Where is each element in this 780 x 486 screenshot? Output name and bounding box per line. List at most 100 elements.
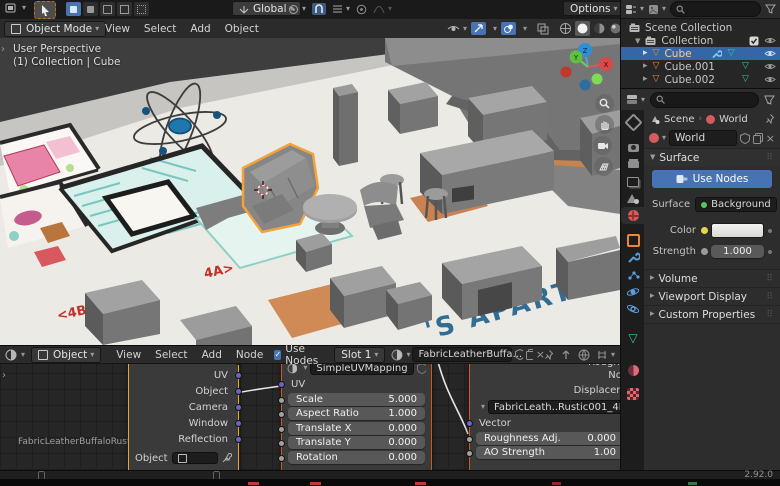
pivot-point-dropdown[interactable]: ▾ xyxy=(288,4,306,15)
outliner-row-collection[interactable]: ▼ Collection xyxy=(621,34,780,47)
unlink-icon[interactable]: × xyxy=(536,349,545,360)
material-name-field[interactable]: FabricLeatherBuffa... xyxy=(412,347,512,362)
active-tool-select-button[interactable] xyxy=(34,1,56,19)
panel-drag-grip[interactable]: ⠿ xyxy=(766,310,774,320)
shader-editor-type-dropdown[interactable]: ▾ xyxy=(5,349,25,361)
socket-uv-input[interactable] xyxy=(278,381,285,388)
select-invert-button[interactable] xyxy=(117,2,132,16)
chevron-down-icon[interactable]: ▾ xyxy=(523,25,527,33)
socket-rotation[interactable] xyxy=(278,455,285,462)
panel-drag-grip[interactable]: ⠿ xyxy=(766,274,774,284)
panel-drag-grip[interactable]: ⠿ xyxy=(766,153,774,163)
tab-texture[interactable] xyxy=(621,385,645,402)
snap-toggle[interactable] xyxy=(312,3,326,15)
xray-toggle[interactable] xyxy=(537,23,549,35)
panel-viewport-display-header[interactable]: ▸ Viewport Display ⠿ xyxy=(644,287,780,305)
roughness-adj-slider[interactable]: Roughness Adj.0.000 xyxy=(476,432,620,445)
translate-x-slider[interactable]: Translate X0.000 xyxy=(288,422,425,435)
pin-icon[interactable] xyxy=(545,350,554,360)
menu-object[interactable]: Object xyxy=(218,23,266,35)
disclosure-closed-icon[interactable]: ▸ xyxy=(643,75,648,84)
unlink-icon[interactable]: × xyxy=(766,133,775,144)
socket-reflection[interactable] xyxy=(235,436,242,443)
strength-slider[interactable]: 1.000 xyxy=(711,245,764,258)
funnel-filter-icon[interactable] xyxy=(765,4,776,14)
menu-add[interactable]: Add xyxy=(183,23,217,35)
socket-translate-y[interactable] xyxy=(278,440,285,447)
tab-material[interactable] xyxy=(621,362,645,379)
disclosure-closed-icon[interactable]: ▸ xyxy=(643,49,648,58)
object-picker-field[interactable] xyxy=(172,452,218,464)
world-sphere-icon[interactable] xyxy=(578,349,590,361)
ao-strength-slider[interactable]: AO Strength1.00 xyxy=(476,446,620,459)
pan-button[interactable] xyxy=(595,115,614,134)
editor-type-viewport[interactable]: ▾ xyxy=(5,2,26,14)
menu-select[interactable]: Select xyxy=(137,23,183,35)
rotation-slider[interactable]: Rotation0.000 xyxy=(288,451,425,464)
group-name-field[interactable]: SimpleUVMapping xyxy=(310,364,413,375)
funnel-filter-icon[interactable] xyxy=(764,95,775,105)
color-swatch[interactable] xyxy=(711,223,764,238)
socket-window[interactable] xyxy=(235,420,242,427)
shader-node-canvas[interactable]: › FabricLeatherBuffaloRustic001_4K Norma… xyxy=(0,364,620,470)
menu-view[interactable]: View xyxy=(98,23,137,35)
socket-translate-x[interactable] xyxy=(278,426,285,433)
select-intersect-button[interactable] xyxy=(134,2,149,16)
material-browse-dropdown[interactable]: ▾ xyxy=(391,349,410,361)
keyframe-decorator-icon[interactable] xyxy=(701,248,708,255)
node-fabric-leather[interactable]: Roughn Nor Displacem ▾ FabricLeath..Rust… xyxy=(469,364,620,470)
tab-view-layer[interactable] xyxy=(621,173,645,190)
socket-camera[interactable] xyxy=(235,404,242,411)
fake-user-shield-icon[interactable] xyxy=(417,364,426,374)
tab-object[interactable] xyxy=(621,232,645,249)
tab-scene[interactable] xyxy=(621,190,645,207)
node-simple-uv-mapping[interactable]: ▾ SimpleUVMapping UV Scale5.000 Aspect R… xyxy=(281,364,432,470)
group-name-field[interactable]: FabricLeath..Rustic001_4K xyxy=(488,400,620,414)
disclosure-open-icon[interactable]: ▼ xyxy=(635,37,640,45)
socket-object[interactable] xyxy=(235,388,242,395)
outliner-row-scene-collection[interactable]: Scene Collection xyxy=(621,21,780,34)
ortho-toggle-button[interactable] xyxy=(594,157,613,176)
select-subtract-button[interactable] xyxy=(100,2,115,16)
snapping-dropdown[interactable]: ▾ xyxy=(597,350,615,360)
breadcrumb-world[interactable]: World xyxy=(719,114,748,125)
animate-dot-icon[interactable] xyxy=(768,229,772,233)
scale-slider[interactable]: Scale5.000 xyxy=(288,393,425,406)
parent-node-icon[interactable] xyxy=(561,349,571,360)
translate-y-slider[interactable]: Translate Y0.000 xyxy=(288,436,425,449)
aspect-slider[interactable]: Aspect Ratio1.000 xyxy=(288,407,425,420)
keyframe-decorator-icon[interactable] xyxy=(701,227,708,234)
show-hide-dropdown[interactable]: ▾ xyxy=(447,23,467,34)
animate-dot-icon[interactable] xyxy=(768,250,772,254)
eyedropper-icon[interactable] xyxy=(222,453,232,463)
shader-type-dropdown[interactable]: Object ▾ xyxy=(31,347,101,363)
menu-add[interactable]: Add xyxy=(195,349,229,361)
outliner-row-cube-001[interactable]: ▸ ▽ Cube.001 ▽ xyxy=(621,60,780,73)
disclosure-closed-icon[interactable]: ▸ xyxy=(643,62,648,71)
shading-solid-button[interactable] xyxy=(575,21,590,36)
breadcrumb-scene[interactable]: Scene xyxy=(664,114,695,125)
panel-surface-header[interactable]: ▼ Surface ⠿ xyxy=(644,148,780,166)
menu-view[interactable]: View xyxy=(109,349,148,361)
panel-drag-grip[interactable]: ⠿ xyxy=(766,292,774,302)
world-name-field[interactable]: World xyxy=(669,130,737,146)
eye-icon[interactable] xyxy=(764,62,776,71)
panel-volume-header[interactable]: ▸ Volume ⠿ xyxy=(644,269,780,287)
tab-constraints[interactable] xyxy=(621,300,645,317)
socket-ao-strength[interactable] xyxy=(466,450,473,457)
viewport-3d[interactable]: 4A> <4B 'S APARTM xyxy=(0,38,620,345)
camera-view-button[interactable] xyxy=(593,136,612,155)
collection-checkbox[interactable] xyxy=(749,36,759,46)
tab-modifiers[interactable] xyxy=(621,249,645,266)
tab-physics[interactable] xyxy=(621,283,645,300)
mode-dropdown[interactable]: Object Mode ▾ xyxy=(4,21,106,37)
shading-wireframe-button[interactable] xyxy=(559,22,572,35)
fake-user-shield-icon[interactable] xyxy=(740,133,750,144)
gizmos-toggle[interactable] xyxy=(471,22,486,35)
socket-vector-input[interactable] xyxy=(466,420,473,427)
tab-render[interactable] xyxy=(621,139,645,156)
shading-material-button[interactable] xyxy=(593,22,606,35)
material-slot-dropdown[interactable]: Slot 1 ▾ xyxy=(334,347,385,363)
socket-aspect[interactable] xyxy=(278,411,285,418)
snap-mode-dropdown[interactable]: ▾ xyxy=(332,4,350,14)
